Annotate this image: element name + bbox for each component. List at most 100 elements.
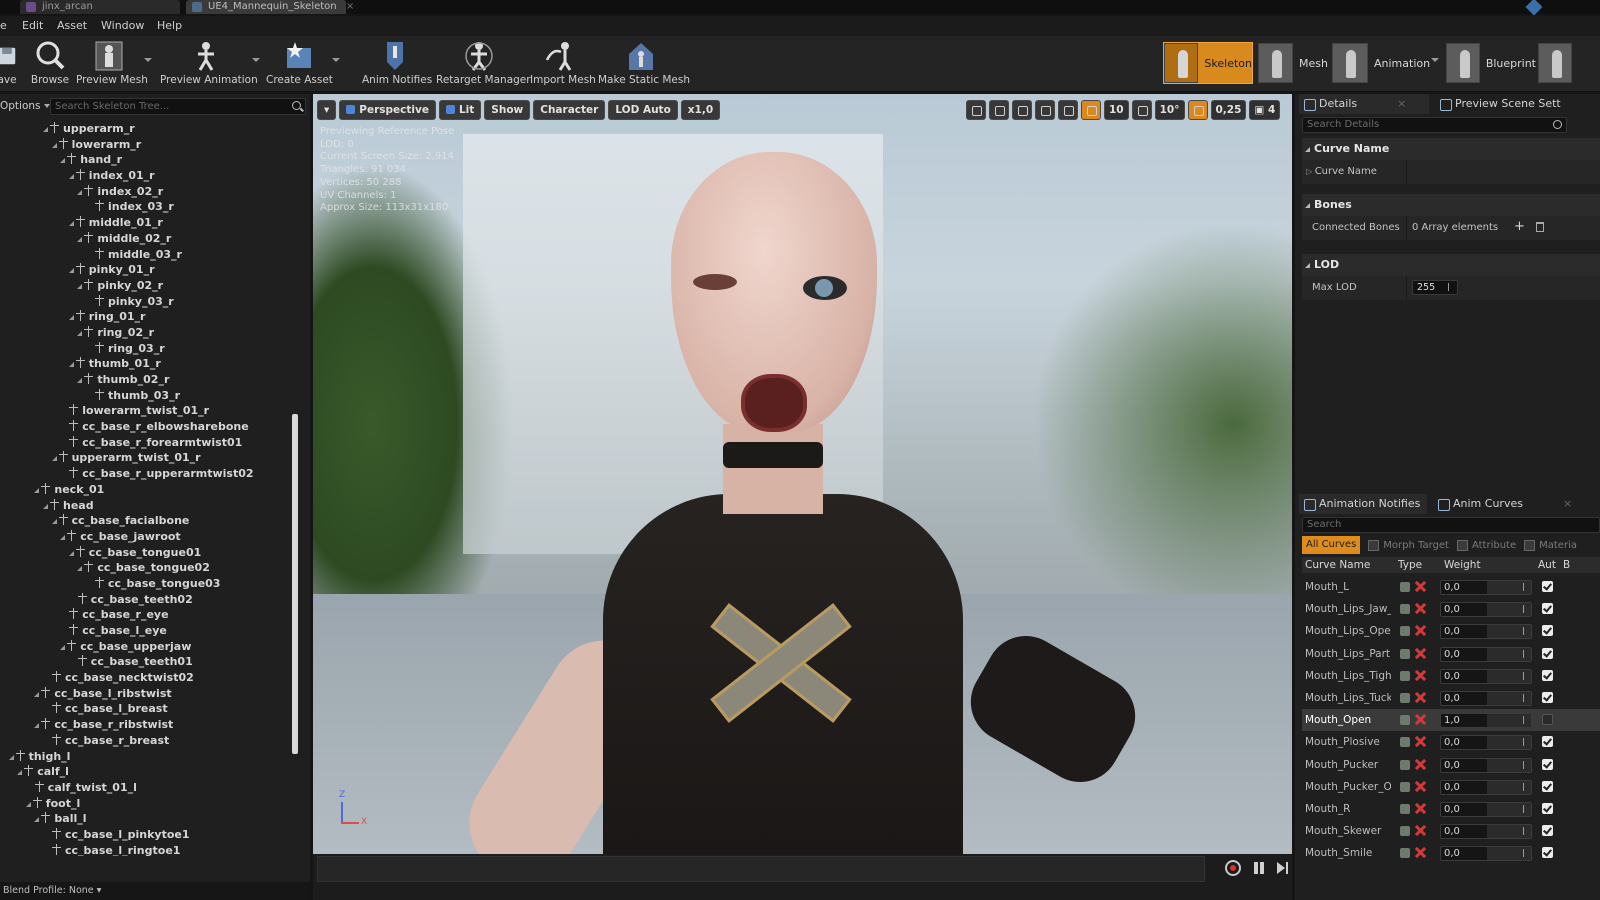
expand-arrow-icon[interactable] <box>77 378 83 383</box>
expand-arrow-icon[interactable] <box>68 315 74 321</box>
save-button[interactable]: ave <box>0 38 20 90</box>
world-local-icon[interactable] <box>1035 100 1055 120</box>
bone-row[interactable]: cc_base_l_ringtoe1 <box>0 843 296 856</box>
expand-arrow-icon[interactable] <box>77 566 83 572</box>
source-control-icon[interactable] <box>1525 0 1543 16</box>
bone-row[interactable]: ring_03_r <box>0 341 296 357</box>
delete-curve-icon[interactable] <box>1415 781 1426 792</box>
bone-row[interactable]: cc_base_r_elbowsharebone <box>0 419 296 435</box>
bone-row[interactable]: index_02_r <box>0 184 296 200</box>
tab-preview-scene-settings[interactable]: Preview Scene Sett <box>1435 94 1600 114</box>
pause-icon[interactable] <box>1251 860 1267 876</box>
bone-row[interactable]: lowerarm_r <box>0 137 296 153</box>
curve-type-icon[interactable] <box>1400 848 1410 859</box>
delete-curve-icon[interactable] <box>1415 692 1426 703</box>
create-asset-button[interactable]: Create Asset <box>266 38 333 90</box>
bone-row[interactable]: cc_base_necktwist02 <box>0 670 296 686</box>
expand-arrow-icon[interactable] <box>68 268 74 274</box>
blend-profile-dropdown[interactable]: Blend Profile: None ▾ <box>0 882 310 900</box>
bone-row[interactable]: pinky_02_r <box>0 278 296 294</box>
expand-arrow-icon[interactable] <box>68 174 74 180</box>
delete-curve-icon[interactable] <box>1415 803 1426 814</box>
preview-mesh-button[interactable]: Preview Mesh <box>76 38 148 90</box>
auto-checkbox[interactable] <box>1542 825 1553 837</box>
preview-animation-button[interactable]: Preview Animation <box>160 38 258 90</box>
curve-row[interactable]: Mouth_R 0,0 <box>1302 798 1600 820</box>
menu-window[interactable]: Window <box>101 19 144 32</box>
tab-details[interactable]: Details × <box>1299 94 1429 114</box>
bone-row[interactable]: cc_base_jawroot <box>0 529 296 545</box>
bone-row[interactable]: thumb_01_r <box>0 356 296 372</box>
expand-arrow-icon[interactable] <box>34 487 40 493</box>
animation-mode-dropdown-arrow[interactable] <box>1431 58 1439 62</box>
rotate-icon[interactable] <box>989 100 1009 120</box>
scale-snap-icon[interactable] <box>1187 100 1208 120</box>
curve-row[interactable]: Mouth_Lips_Open 0,0 <box>1302 620 1600 642</box>
bone-row[interactable]: cc_base_l_pinkytoe1 <box>0 827 296 843</box>
bone-row[interactable]: cc_base_teeth02 <box>0 592 296 608</box>
curve-type-icon[interactable] <box>1400 759 1410 770</box>
expand-arrow-icon[interactable] <box>17 770 23 776</box>
auto-checkbox[interactable] <box>1542 736 1553 748</box>
tab-ue4-mannequin-skeleton[interactable]: UE4_Mannequin_Skeleton × <box>186 0 354 14</box>
material-filter[interactable]: Materia <box>1524 540 1577 551</box>
curve-weight-input[interactable]: 0,0 <box>1440 690 1532 706</box>
section-curve-name[interactable]: Curve Name <box>1302 138 1600 160</box>
bone-row[interactable]: cc_base_r_ribstwist <box>0 717 296 733</box>
tab-animation-notifies[interactable]: Animation Notifies <box>1299 494 1427 514</box>
expand-arrow-icon[interactable] <box>51 142 57 148</box>
delete-curve-icon[interactable] <box>1415 625 1426 636</box>
bone-row[interactable]: cc_base_tongue01 <box>0 545 296 561</box>
anim-notifies-button[interactable]: Anim Notifies <box>362 38 432 90</box>
curve-type-icon[interactable] <box>1400 604 1410 615</box>
auto-checkbox[interactable] <box>1542 847 1553 859</box>
section-lod[interactable]: LOD <box>1302 254 1600 276</box>
expand-arrow-icon[interactable] <box>77 189 83 195</box>
curve-weight-input[interactable]: 0,0 <box>1440 668 1532 684</box>
curve-row[interactable]: Mouth_Lips_Tight 0,0 <box>1302 665 1600 687</box>
curve-type-icon[interactable] <box>1400 692 1410 703</box>
attribute-filter[interactable]: Attribute <box>1457 540 1516 551</box>
grid-snap-value[interactable]: 10 <box>1104 100 1129 120</box>
expand-arrow-icon[interactable] <box>77 330 83 336</box>
bone-row[interactable]: upperarm_r <box>0 121 296 137</box>
bone-row[interactable]: pinky_03_r <box>0 294 296 310</box>
bone-row[interactable]: thumb_02_r <box>0 372 296 388</box>
options-dropdown[interactable]: Options <box>0 100 50 112</box>
curve-weight-input[interactable]: 1,0 <box>1440 713 1532 729</box>
curve-weight-input[interactable]: 0,0 <box>1440 779 1532 795</box>
delete-curve-icon[interactable] <box>1415 736 1426 747</box>
expand-arrow-icon[interactable] <box>77 283 83 289</box>
expand-arrow-icon[interactable] <box>51 519 57 525</box>
bone-row[interactable]: foot_l <box>0 796 296 812</box>
curve-row[interactable]: Mouth_Plosive 0,0 <box>1302 731 1600 753</box>
bone-row[interactable]: cc_base_l_eye <box>0 623 296 639</box>
bone-row[interactable]: cc_base_r_breast <box>0 733 296 749</box>
curve-name-property[interactable]: Curve Name <box>1302 160 1600 184</box>
expand-arrow-icon[interactable] <box>34 691 40 697</box>
step-forward-icon[interactable] <box>1275 860 1291 876</box>
expand-arrow-icon[interactable] <box>77 236 83 242</box>
close-tab-icon[interactable]: × <box>1397 97 1406 110</box>
close-tab-icon[interactable]: × <box>346 1 354 12</box>
bone-row[interactable]: thumb_03_r <box>0 388 296 404</box>
bone-row[interactable]: cc_base_tongue03 <box>0 576 296 592</box>
curve-type-icon[interactable] <box>1400 582 1410 592</box>
bone-row[interactable]: index_03_r <box>0 199 296 215</box>
make-static-mesh-button[interactable]: Make Static Mesh <box>598 38 690 90</box>
bone-row[interactable]: cc_base_l_ribstwist <box>0 686 296 702</box>
close-tab-icon[interactable]: × <box>1563 497 1572 510</box>
curve-type-icon[interactable] <box>1400 737 1410 748</box>
preview-animation-dropdown-arrow[interactable] <box>252 58 260 62</box>
auto-checkbox[interactable] <box>1542 581 1553 592</box>
bone-row[interactable]: ring_01_r <box>0 309 296 325</box>
bone-row[interactable]: middle_01_r <box>0 215 296 231</box>
expand-arrow-icon[interactable] <box>34 723 40 729</box>
bone-row[interactable]: cc_base_r_forearmtwist01 <box>0 435 296 451</box>
playback-speed-button[interactable]: x1,0 <box>680 100 721 120</box>
curve-type-icon[interactable] <box>1400 670 1410 681</box>
menu-edit[interactable]: Edit <box>22 19 43 32</box>
auto-checkbox[interactable] <box>1542 647 1553 659</box>
bone-row[interactable]: calf_l <box>0 764 296 780</box>
section-bones[interactable]: Bones <box>1302 194 1600 216</box>
